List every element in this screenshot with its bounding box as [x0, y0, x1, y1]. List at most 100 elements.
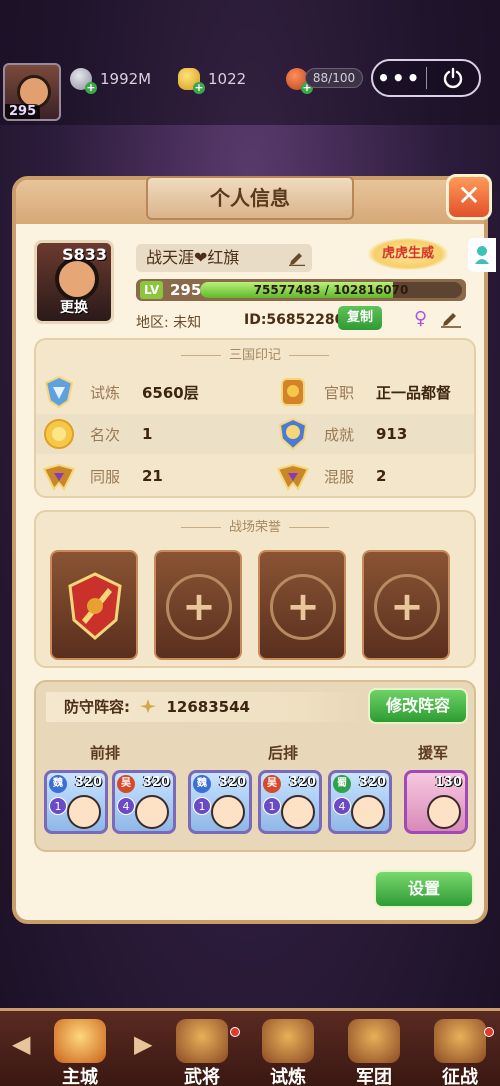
hero-card[interactable]: 蜀 4 320 — [328, 770, 392, 834]
faction-badge: 魏 — [49, 775, 67, 793]
defense-banner: 防守阵容: 12683544 — [46, 692, 366, 722]
nav-main-city[interactable]: 主城 — [38, 1019, 122, 1086]
stamina-value: 88/100 — [305, 68, 363, 88]
honor-slot-1[interactable] — [50, 550, 138, 660]
gender-female-icon[interactable]: ♀ — [414, 308, 427, 329]
honor-slot-2[interactable]: + — [154, 550, 242, 660]
seal-row-1: 试炼 6560层 官职 正一品都督 — [36, 372, 474, 412]
level-number: 295 — [170, 281, 202, 299]
copy-id-button[interactable]: 复制 — [338, 306, 382, 330]
bottom-navigation: 主城 武将 试炼 军团 征战 — [0, 1008, 500, 1086]
honor-title: 战场荣誉 — [36, 516, 474, 535]
star-badge: 1 — [193, 797, 211, 815]
office-seal-icon — [281, 378, 305, 406]
seal-value: 2 — [376, 467, 387, 485]
seal-row-2: 名次 1 成就 913 — [36, 414, 474, 454]
player-id: ID:56852280 — [244, 312, 345, 328]
panel-header: 个人信息 — [16, 176, 484, 224]
hero-portrait — [67, 795, 101, 829]
star-badge: 1 — [263, 797, 281, 815]
panel-title: 个人信息 — [146, 176, 354, 220]
mini-program-capsule: ••• — [371, 59, 481, 97]
seal-value: 1 — [142, 425, 153, 443]
hero-portrait — [211, 795, 245, 829]
seal-label: 混服 — [324, 467, 355, 486]
change-avatar-label: 更换 — [60, 300, 88, 316]
seal-value: 正一品都督 — [376, 383, 452, 402]
honor-slot-4[interactable]: + — [362, 550, 450, 660]
seals-title: 三国印记 — [36, 344, 474, 363]
rename-pencil-icon[interactable] — [288, 250, 306, 266]
lv-tag: LV — [140, 281, 164, 299]
support-hero-card[interactable]: 130 — [404, 770, 468, 834]
defense-lineup-card: 防守阵容: 12683544 修改阵容 前排 后排 援军 魏 1 320 吴 4… — [34, 680, 476, 852]
silver-resource[interactable]: + 1992M — [70, 68, 151, 94]
gold-ingot-icon: + — [178, 68, 205, 94]
front-row-label: 前排 — [90, 744, 121, 762]
ingot-resource[interactable]: + 1022 — [178, 68, 247, 94]
seal-office[interactable]: 官职 正一品都督 — [276, 372, 451, 412]
seal-same-server[interactable]: 同服 21 — [42, 456, 163, 496]
exit-button[interactable] — [426, 67, 479, 89]
seals-card: 三国印记 试炼 6560层 官职 正一品都督 名次 1 成就 913 同服 21… — [34, 338, 476, 498]
hero-level: 130 — [434, 775, 462, 790]
star-badge: 4 — [333, 797, 351, 815]
power-icon — [443, 67, 462, 89]
seal-label: 试炼 — [90, 383, 121, 402]
player-portrait[interactable]: S833 更换 — [34, 240, 114, 324]
hero-portrait — [427, 795, 461, 829]
nav-label: 试炼 — [270, 1067, 306, 1086]
server-id: S833 — [62, 245, 107, 264]
defense-label: 防守阵容: — [64, 698, 130, 716]
person-pin-icon — [475, 246, 489, 264]
close-button[interactable]: ✕ — [446, 174, 492, 220]
honor-card: 战场荣誉 + + + — [34, 510, 476, 668]
seal-row-3: 同服 21 混服 2 — [36, 456, 474, 496]
ingot-value: 1022 — [208, 70, 247, 88]
edit-profile-pencil-icon[interactable] — [440, 310, 462, 328]
seal-value: 6560层 — [142, 383, 199, 402]
seal-label: 成就 — [324, 425, 355, 444]
modify-lineup-button[interactable]: 修改阵容 — [368, 688, 468, 724]
seal-value: 21 — [142, 467, 163, 485]
side-assist-button[interactable] — [468, 238, 496, 272]
support-label: 援军 — [418, 744, 449, 762]
back-row-label: 后排 — [268, 744, 299, 762]
hero-card[interactable]: 吴 1 320 — [258, 770, 322, 834]
nav-label: 军团 — [356, 1067, 392, 1086]
seal-mixed-server[interactable]: 混服 2 — [276, 456, 386, 496]
hero-level: 320 — [74, 775, 102, 790]
star-badge: 4 — [117, 797, 135, 815]
top-status-bar: 295 + 1992M + 1022 + 88/100 ••• — [0, 0, 500, 125]
exp-text: 75577483 / 102816070 — [253, 283, 409, 297]
player-avatar-button[interactable]: 295 — [3, 63, 61, 121]
generals-helmet-icon — [176, 1019, 228, 1063]
hero-level: 320 — [142, 775, 170, 790]
legion-banner-icon — [348, 1019, 400, 1063]
seal-value: 913 — [376, 425, 408, 443]
player-name: 战天涯❤红旗 — [146, 248, 240, 267]
hero-level: 320 — [358, 775, 386, 790]
more-menu-button[interactable]: ••• — [373, 66, 426, 90]
add-honor-icon: + — [270, 574, 336, 640]
seal-trial[interactable]: 试炼 6560层 — [42, 372, 199, 412]
hero-card[interactable]: 吴 4 320 — [112, 770, 176, 834]
seal-label: 名次 — [90, 425, 121, 444]
nav-label: 主城 — [62, 1067, 98, 1086]
seal-achievement[interactable]: 成就 913 — [276, 414, 407, 454]
nav-legion[interactable]: 军团 — [332, 1019, 416, 1086]
same-server-wings-icon — [42, 463, 76, 491]
region-text: 地区: 未知 — [136, 315, 202, 331]
seal-rank[interactable]: 名次 1 — [42, 414, 152, 454]
nav-prev-arrow-icon[interactable]: ◀ — [12, 1030, 30, 1058]
trial-crossed-swords-icon — [262, 1019, 314, 1063]
combat-power-icon — [140, 699, 157, 713]
hero-card[interactable]: 魏 1 320 — [188, 770, 252, 834]
nav-trial[interactable]: 试炼 — [246, 1019, 330, 1086]
faction-badge: 魏 — [193, 775, 211, 793]
hero-portrait — [351, 795, 385, 829]
nav-next-arrow-icon[interactable]: ▶ — [134, 1030, 152, 1058]
hero-card[interactable]: 魏 1 320 — [44, 770, 108, 834]
honor-slot-3[interactable]: + — [258, 550, 346, 660]
settings-button[interactable]: 设置 — [374, 870, 474, 908]
